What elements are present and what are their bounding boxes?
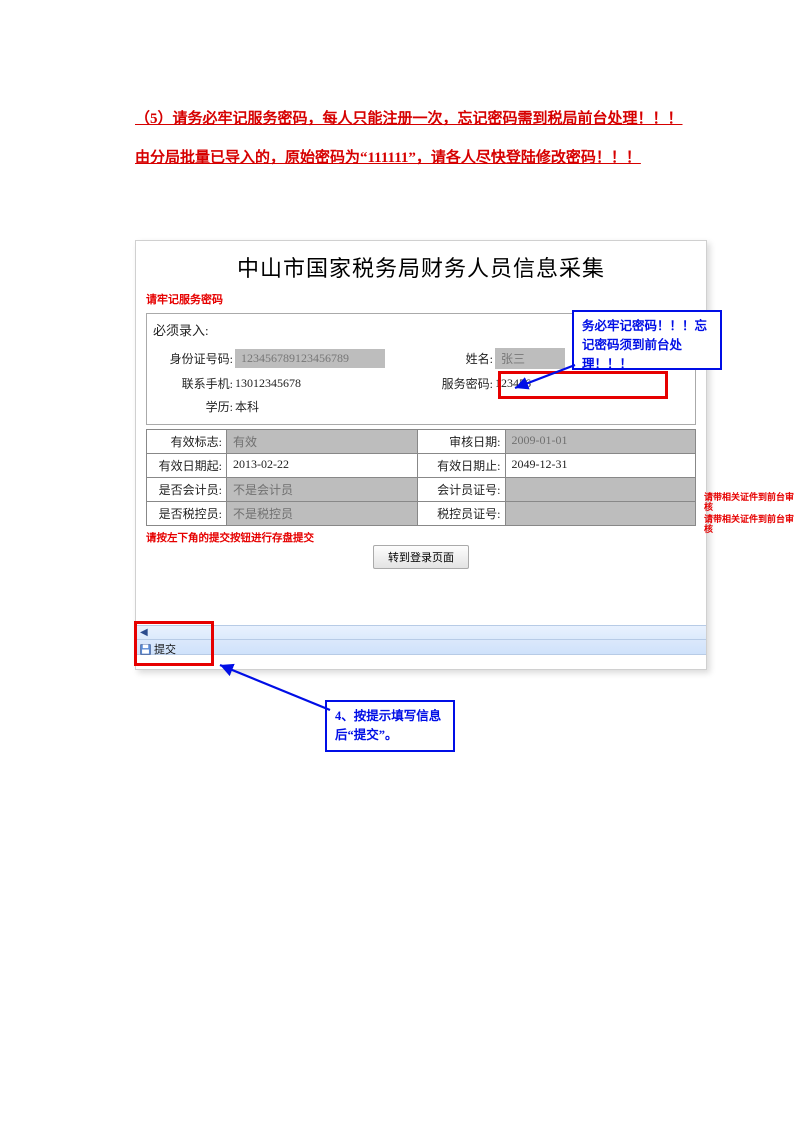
is-taxctrl-value: 不是税控员 [227,502,418,525]
name-value: 张三 [495,348,565,369]
submit-button[interactable]: 提交 [140,641,176,657]
submit-instruction-note: 请按左下角的提交按钮进行存盘提交 [146,530,696,545]
name-label: 姓名: [405,350,495,367]
valid-to-label: 有效日期止: [418,454,506,477]
bottom-toolbar: 提交 [136,639,706,655]
valid-to-value: 2049-12-31 [506,454,696,477]
screenshot-frame: 中山市国家税务局财务人员信息采集 请牢记服务密码 必须录入: 身份证号码: 12… [135,240,707,670]
callout-password: 务必牢记密码！！！忘记密码须到前台处理！！！ [572,310,722,370]
is-taxctrl-label: 是否税控员: [147,502,227,525]
remember-password-note: 请牢记服务密码 [136,289,706,311]
is-accountant-label: 是否会计员: [147,478,227,501]
education-value: 本科 [235,398,259,415]
service-pwd-value: 123456 [495,376,531,391]
valid-flag-label: 有效标志: [147,430,227,453]
phone-value: 13012345678 [235,376,301,391]
valid-flag-value: 有效 [227,430,418,453]
valid-from-value: 2013-02-22 [227,454,418,477]
accountant-cert-label: 会计员证号: [418,478,506,501]
service-pwd-label: 服务密码: [405,375,495,392]
chevron-left-icon[interactable]: ◀ [140,627,148,638]
phone-label: 联系手机: [153,375,235,392]
review-date-value: 2009-01-01 [506,430,696,453]
cert-note-2: 请带相关证件到前台审核 [704,514,794,535]
is-accountant-value: 不是会计员 [227,478,418,501]
app-title: 中山市国家税务局财务人员信息采集 [136,241,706,289]
id-value: 123456789123456789 [235,349,385,368]
taxctrl-cert-value [506,502,696,525]
toolbar-top-strip: ◀ [136,625,706,639]
valid-from-label: 有效日期起: [147,454,227,477]
submit-button-label: 提交 [154,641,176,657]
education-label: 学历: [153,398,235,415]
cert-note-1: 请带相关证件到前台审核 [704,492,794,513]
callout-submit: 4、按提示填写信息后“提交”。 [325,700,455,752]
id-label: 身份证号码: [153,350,235,367]
save-icon [140,644,151,655]
info-grid: 有效标志: 有效 审核日期: 2009-01-01 有效日期起: 2013-02… [146,429,696,526]
review-date-label: 审核日期: [418,430,506,453]
instruction-paragraph: （5）请务必牢记服务密码，每人只能注册一次，忘记密码需到税局前台处理！！！由分局… [135,100,695,178]
to-login-button[interactable]: 转到登录页面 [373,545,469,569]
taxctrl-cert-label: 税控员证号: [418,502,506,525]
accountant-cert-value [506,478,696,501]
